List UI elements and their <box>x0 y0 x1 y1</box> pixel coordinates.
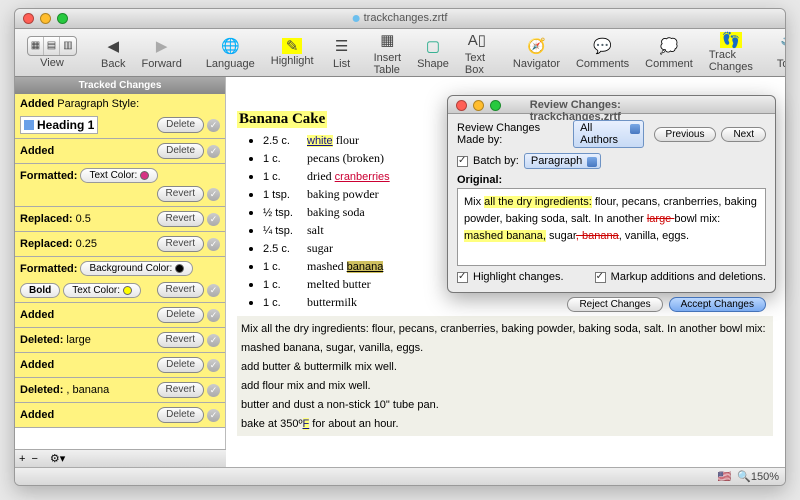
revert-button[interactable]: Revert <box>157 186 204 202</box>
minimize-icon[interactable] <box>473 100 484 111</box>
revert-button[interactable]: Revert <box>157 382 204 398</box>
close-icon[interactable] <box>456 100 467 111</box>
zoom-icon[interactable]: 🔍 <box>737 470 751 483</box>
sidebar-header: Tracked Changes <box>15 77 225 94</box>
highlight-button[interactable]: ✎Highlight <box>265 36 320 69</box>
sidebar: Tracked Changes Added Paragraph Style:He… <box>15 77 226 467</box>
change-row[interactable]: Replaced: 0.5Revert✓ <box>15 207 225 232</box>
language-button[interactable]: 🌐Language <box>200 33 261 72</box>
track-changes-button[interactable]: 👣Track Changes <box>703 30 759 75</box>
minimize-icon[interactable] <box>40 13 51 24</box>
change-row[interactable]: Deleted: , bananaRevert✓ <box>15 378 225 403</box>
tracked-changes-list: Added Paragraph Style:Heading 1Delete✓Ad… <box>15 94 225 449</box>
revert-button[interactable]: Revert <box>157 282 204 298</box>
accept-button[interactable]: Accept Changes <box>669 297 766 312</box>
made-by-select[interactable]: All Authors <box>573 120 643 148</box>
zoom-icon[interactable] <box>490 100 501 111</box>
insert-table-button[interactable]: ▦Insert Table <box>368 27 408 78</box>
reject-button[interactable]: Reject Changes <box>567 297 662 312</box>
sidebar-footer: + − ⚙▾ <box>15 449 226 467</box>
check-icon[interactable]: ✓ <box>207 119 220 132</box>
window-title: trackchanges.zrtf <box>353 12 448 24</box>
close-icon[interactable] <box>23 13 34 24</box>
forward-button[interactable]: ▶Forward <box>135 33 187 72</box>
revert-button[interactable]: Revert <box>157 236 204 252</box>
page-title: Banana Cake <box>237 111 327 128</box>
delete-button[interactable]: Delete <box>157 357 204 373</box>
zoom-icon[interactable] <box>57 13 68 24</box>
back-button[interactable]: ◀Back <box>95 33 131 72</box>
toolbar: ▦▤▥View ◀Back ▶Forward 🌐Language ✎Highli… <box>15 29 785 77</box>
list-button[interactable]: ☰List <box>324 33 360 72</box>
change-row[interactable]: Replaced: 0.25Revert✓ <box>15 232 225 257</box>
add-icon[interactable]: + <box>19 453 25 465</box>
review-title-bar[interactable]: Review Changes: trackchanges.zrtf <box>448 96 775 114</box>
delete-button[interactable]: Delete <box>157 117 204 133</box>
zoom-value[interactable]: 150% <box>751 471 779 483</box>
status-bar: 🇺🇸 🔍 150% <box>15 467 785 485</box>
remove-icon[interactable]: − <box>31 453 37 465</box>
navigator-button[interactable]: 🧭Navigator <box>507 33 566 72</box>
original-text: Mix all the dry ingredients: flour, peca… <box>457 188 766 266</box>
review-changes-window[interactable]: Review Changes: trackchanges.zrtf Review… <box>447 95 776 293</box>
title-bar[interactable]: trackchanges.zrtf <box>15 9 785 29</box>
next-button[interactable]: Next <box>721 127 766 142</box>
revert-button[interactable]: Revert <box>157 211 204 227</box>
change-row[interactable]: Formatted:Background Color:BoldText Colo… <box>15 257 225 303</box>
delete-button[interactable]: Delete <box>157 143 204 159</box>
view-button[interactable]: ▦▤▥View <box>21 34 83 71</box>
flag-icon[interactable]: 🇺🇸 <box>717 470 731 483</box>
batch-select[interactable]: Paragraph <box>524 153 601 169</box>
gear-icon[interactable]: ⚙▾ <box>50 452 65 465</box>
tools-button[interactable]: 🔧Tools <box>771 33 786 72</box>
change-row[interactable]: Deleted: largeRevert✓ <box>15 328 225 353</box>
original-label: Original: <box>457 174 766 186</box>
batch-checkbox[interactable] <box>457 156 468 167</box>
revert-button[interactable]: Revert <box>157 332 204 348</box>
previous-button[interactable]: Previous <box>654 127 717 142</box>
text-box-button[interactable]: A▯Text Box <box>459 27 495 78</box>
shape-button[interactable]: ▢Shape <box>411 33 455 72</box>
delete-button[interactable]: Delete <box>157 407 204 423</box>
made-by-label: Review Changes Made by: <box>457 122 568 146</box>
markup-checkbox[interactable] <box>595 272 606 283</box>
change-row[interactable]: Added Paragraph Style:Heading 1Delete✓ <box>15 94 225 139</box>
comment-button[interactable]: 💭Comment <box>639 33 699 72</box>
change-row[interactable]: AddedDelete✓ <box>15 403 225 428</box>
paragraph: Mix all the dry ingredients: flour, peca… <box>237 316 773 436</box>
delete-button[interactable]: Delete <box>157 307 204 323</box>
batch-label: Batch by: <box>473 155 519 167</box>
change-row[interactable]: Formatted:Text Color:Revert✓ <box>15 164 225 207</box>
change-row[interactable]: AddedDelete✓ <box>15 353 225 378</box>
traffic-lights <box>23 13 68 24</box>
comments-button[interactable]: 💬Comments <box>570 33 635 72</box>
change-row[interactable]: AddedDelete✓ <box>15 303 225 328</box>
highlight-checkbox[interactable] <box>457 272 468 283</box>
change-row[interactable]: AddedDelete✓ <box>15 139 225 164</box>
